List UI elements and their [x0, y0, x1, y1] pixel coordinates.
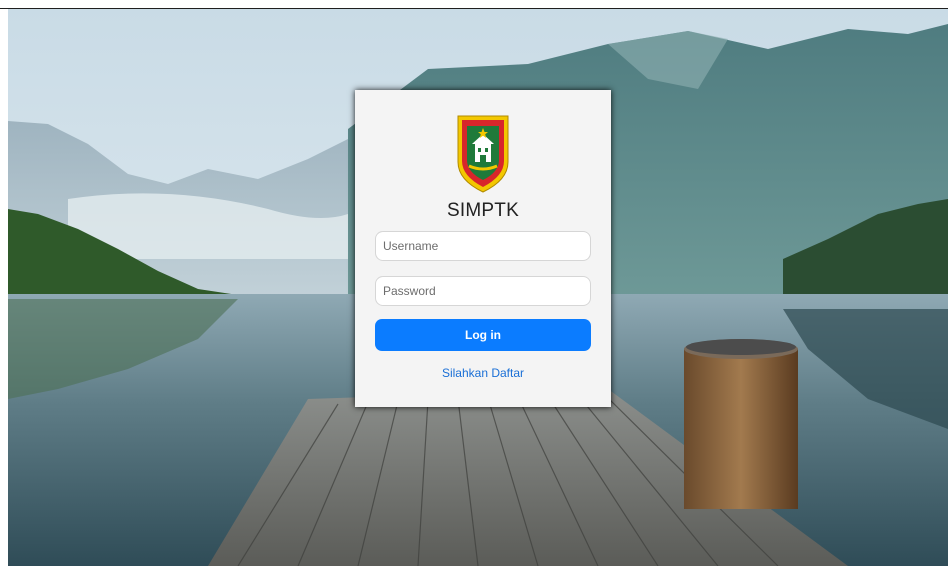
register-link[interactable]: Silahkan Daftar [355, 366, 611, 380]
username-input[interactable] [375, 231, 591, 261]
password-input[interactable] [375, 276, 591, 306]
app-title: SIMPTK [447, 200, 519, 221]
login-button[interactable]: Log in [375, 319, 591, 351]
page: SIMPTK Log in Silahkan Daftar [0, 0, 948, 566]
crest-logo [455, 114, 511, 194]
login-card: SIMPTK Log in Silahkan Daftar [355, 90, 611, 407]
